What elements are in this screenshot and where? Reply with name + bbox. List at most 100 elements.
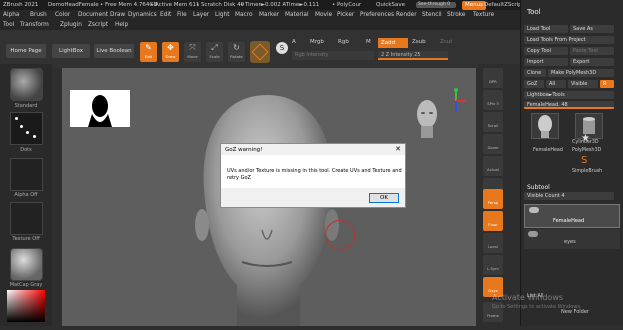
top-shelf: Home Page LightBox Live Boolean ✎ Edit ✥ D… [0, 30, 520, 68]
dot-icon [26, 131, 29, 134]
subtool-item[interactable]: eyes [524, 229, 620, 249]
menu-texture[interactable]: Texture [473, 10, 494, 20]
export-button[interactable]: Export [570, 58, 614, 66]
zsub-button[interactable]: Zsub [412, 39, 426, 45]
menus-button[interactable]: Menus [462, 0, 486, 10]
menu-dynamics[interactable]: Dynamics [128, 10, 157, 20]
timer: • Timer►0.002 ATime►0.111 [240, 2, 320, 8]
menu-layer[interactable]: Layer [193, 10, 209, 20]
rotate-button[interactable]: ↻ Rotate [228, 42, 245, 62]
save-as-button[interactable]: Save As [570, 25, 614, 33]
left-shelf: Standard Dots Alpha Off Texture Off MatC… [0, 64, 52, 326]
clone-button[interactable]: Clone [524, 69, 546, 77]
zadd-button[interactable]: Zadd [378, 38, 408, 48]
menu-tool[interactable]: Tool [3, 20, 14, 30]
rgb-button[interactable]: Rgb [338, 39, 349, 45]
texture-thumbnail[interactable] [10, 202, 43, 235]
active-mem: • Active Mem 611 [150, 2, 200, 8]
visible-count-slider[interactable]: Visible Count 4 [524, 192, 614, 200]
s-toggle[interactable]: S [276, 42, 288, 54]
quicksave-button[interactable]: QuickSave [376, 0, 405, 10]
live-boolean-button[interactable]: Live Boolean [94, 44, 134, 58]
mrgb-button[interactable]: Mrgb [310, 39, 324, 45]
lightbox-button[interactable]: LightBox [52, 44, 90, 58]
goz-button[interactable]: GoZ [524, 80, 544, 88]
matcap-label: MatCap Gray [9, 282, 43, 288]
current-tool-slider[interactable]: FemaleHead. 48 [524, 101, 614, 109]
actual-button[interactable]: Actual [483, 156, 503, 176]
persp-button[interactable]: Persp [483, 189, 503, 209]
tool-thumb-femalehead[interactable] [531, 113, 559, 139]
spix-button[interactable]: SPix 3 [483, 90, 503, 110]
menu-zscript[interactable]: Zscript [88, 20, 108, 30]
menu-file[interactable]: File [177, 10, 187, 20]
alpha-thumbnail[interactable] [10, 158, 43, 191]
make-polymesh3d-button[interactable]: Make PolyMesh3D [548, 69, 614, 77]
a-label[interactable]: A [292, 39, 296, 45]
axis-gizmo-icon[interactable] [444, 88, 468, 114]
lsym-button[interactable]: L.Sym [483, 255, 503, 275]
move-button[interactable]: ⤧ Move [184, 42, 201, 62]
menu-picker[interactable]: Picker [337, 10, 354, 20]
menu-draw[interactable]: Draw [110, 10, 125, 20]
material-swatch[interactable] [250, 41, 270, 63]
menu-macro[interactable]: Macro [235, 10, 253, 20]
zcut-button[interactable]: Zcut [440, 39, 452, 45]
draw-button[interactable]: ✥ Draw [162, 42, 179, 62]
eye-icon[interactable] [529, 207, 539, 213]
rgb-intensity-slider[interactable]: Rgb Intensity [292, 51, 374, 60]
close-icon[interactable]: ✕ [395, 145, 401, 153]
menu-light[interactable]: Light [215, 10, 229, 20]
local-button[interactable]: Local [483, 233, 503, 253]
menu-zplugin[interactable]: Zplugin [60, 20, 82, 30]
brush-thumbnail[interactable] [10, 68, 43, 101]
menu-render[interactable]: Render [396, 10, 417, 20]
import-button[interactable]: Import [524, 58, 568, 66]
load-tool-button[interactable]: Load Tool [524, 25, 568, 33]
brush-label: Standard [14, 103, 38, 109]
eye-icon[interactable] [528, 231, 538, 237]
see-through-slider[interactable]: See-through 0 [416, 2, 456, 8]
visible-button[interactable]: Visible [568, 80, 598, 88]
menu-edit[interactable]: Edit [160, 10, 171, 20]
m-button[interactable]: M [366, 39, 371, 45]
menu-document[interactable]: Document [78, 10, 108, 20]
menu-brush[interactable]: Brush [30, 10, 47, 20]
color-picker[interactable] [7, 290, 45, 322]
star-icon: ★ [581, 133, 590, 144]
bpr-button[interactable]: BPR [483, 68, 503, 88]
subtool-header[interactable]: Subtool [527, 184, 550, 191]
dot-icon [33, 135, 36, 138]
menu-stencil[interactable]: Stencil [422, 10, 442, 20]
menu-alpha[interactable]: Alpha [3, 10, 19, 20]
scroll-button[interactable]: Scroll [483, 112, 503, 132]
menu-help[interactable]: Help [115, 20, 128, 30]
default-zscript-button[interactable]: DefaultZScript [484, 0, 524, 10]
menu-marker[interactable]: Marker [259, 10, 279, 20]
matcap-thumbnail[interactable] [10, 248, 43, 281]
floor-button[interactable]: Floor [483, 211, 503, 231]
copy-tool-button[interactable]: Copy Tool [524, 47, 568, 55]
menu-stroke[interactable]: Stroke [447, 10, 465, 20]
menu-color[interactable]: Color [55, 10, 70, 20]
edit-button[interactable]: ✎ Edit [140, 42, 157, 62]
home-page-button[interactable]: Home Page [6, 44, 46, 58]
load-tools-from-project-button[interactable]: Load Tools From Project [524, 36, 614, 44]
subtool-item[interactable]: FemaleHead [524, 204, 620, 228]
menu-material[interactable]: Material [285, 10, 309, 20]
r-button[interactable]: R [600, 80, 614, 88]
all-button[interactable]: All [546, 80, 566, 88]
ok-button[interactable]: OK [369, 193, 399, 203]
lightbox-tools-button[interactable]: Lightbox►Tools [524, 91, 614, 99]
menu-movie[interactable]: Movie [315, 10, 332, 20]
scale-button[interactable]: ⤢ Scale [206, 42, 223, 62]
tool-panel-header[interactable]: Tool [527, 8, 541, 16]
simplebrush-icon[interactable]: S [581, 155, 587, 166]
menu-preferences[interactable]: Preferences [360, 10, 394, 20]
z-intensity-slider[interactable]: 2 Z Intensity 25 [378, 51, 448, 60]
zoom-button[interactable]: Zoom [483, 134, 503, 154]
stroke-thumbnail[interactable] [10, 112, 43, 145]
menu-transform[interactable]: Transform [20, 20, 49, 30]
paste-tool-button[interactable]: Paste Tool [570, 47, 614, 55]
app-name: ZBrush 2021 [3, 2, 39, 8]
